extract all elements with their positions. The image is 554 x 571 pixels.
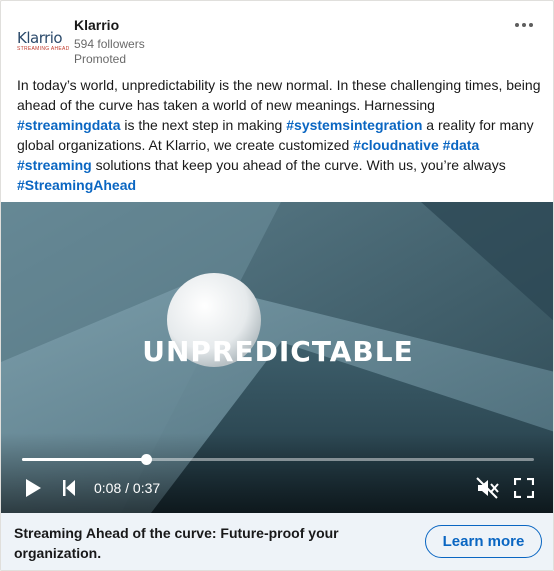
call-to-action-bar[interactable]: Streaming Ahead of the curve: Future-pro… [1, 513, 553, 570]
hashtag-streamingahead[interactable]: #StreamingAhead [17, 177, 136, 193]
cta-headline[interactable]: Streaming Ahead of the curve: Future-pro… [14, 523, 374, 563]
logo-tagline: STREAMING AHEAD [17, 46, 70, 52]
sponsored-post-card: Klarrio STREAMING AHEAD Klarrio 594 foll… [0, 0, 554, 571]
post-text-segment: In today’s world, unpredictability is th… [17, 77, 541, 113]
video-progress-bar[interactable] [22, 454, 534, 465]
post-header: Klarrio STREAMING AHEAD Klarrio 594 foll… [1, 1, 553, 71]
fullscreen-button[interactable] [513, 477, 535, 499]
skip-back-icon [63, 480, 75, 496]
more-options-button[interactable] [511, 13, 537, 37]
logo-wordmark: Klarrio [17, 29, 63, 47]
hashtag-streaming[interactable]: #streaming [17, 157, 92, 173]
hashtag-cloudnative[interactable]: #cloudnative [353, 137, 439, 153]
video-caption: UNPREDICTABLE [142, 335, 414, 368]
controls-gradient [1, 433, 553, 513]
post-text-segment: solutions that keep you ahead of the cur… [91, 157, 506, 173]
promoted-label: Promoted [74, 52, 127, 66]
hashtag-streamingdata[interactable]: #streamingdata [17, 117, 120, 133]
post-text-segment: is the next step in making [120, 117, 287, 133]
company-logo[interactable]: Klarrio STREAMING AHEAD [15, 29, 69, 55]
company-name-link[interactable]: Klarrio [74, 17, 119, 33]
restart-button[interactable] [59, 477, 79, 499]
follower-count: 594 followers [74, 37, 145, 51]
play-button[interactable] [22, 477, 44, 499]
learn-more-button[interactable]: Learn more [425, 525, 542, 558]
play-icon [26, 479, 41, 497]
hashtag-data[interactable]: #data [443, 137, 480, 153]
more-horizontal-icon [515, 23, 533, 27]
mute-button[interactable] [476, 477, 500, 499]
video-time: 0:08 / 0:37 [94, 480, 161, 496]
progress-fill [22, 458, 147, 461]
post-commentary: In today’s world, unpredictability is th… [17, 75, 541, 195]
hashtag-systemsintegration[interactable]: #systemsintegration [286, 117, 422, 133]
video-player[interactable]: UNPREDICTABLE 0:08 / 0:37 [1, 202, 553, 513]
fullscreen-icon [514, 478, 534, 498]
volume-muted-icon [476, 477, 499, 499]
